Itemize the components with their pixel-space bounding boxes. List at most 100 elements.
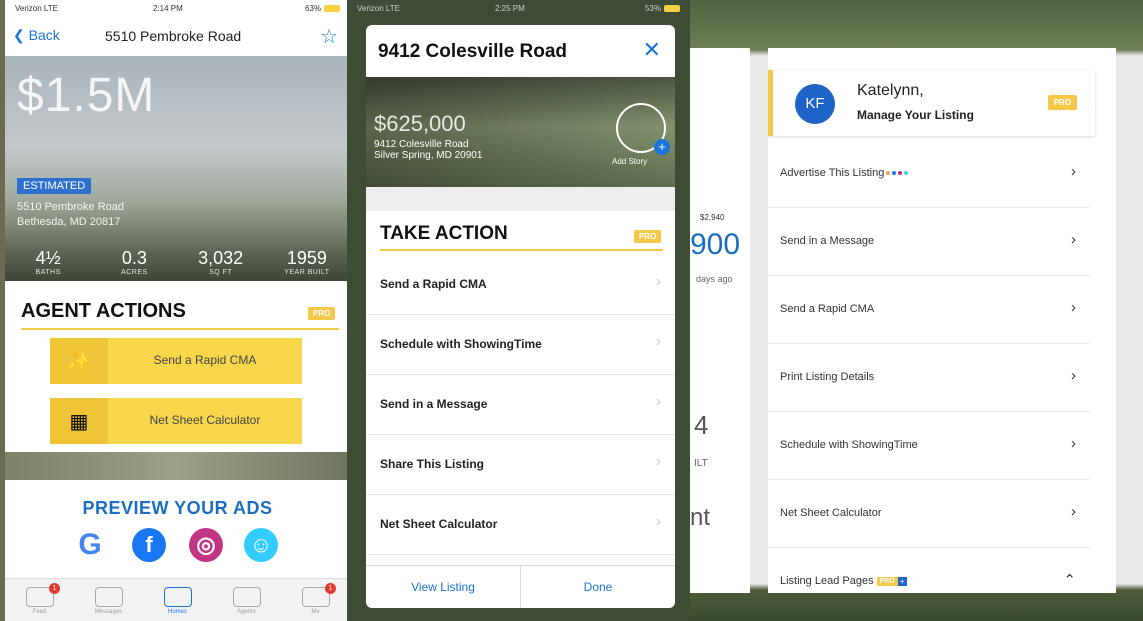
close-icon[interactable]: ✕ [643,37,661,63]
facebook-icon[interactable]: f [132,528,166,562]
sheet-header: 9412 Colesville Road ✕ [366,25,675,77]
sheet-footer: View Listing Done [366,565,675,608]
tab-label: Agents [237,609,256,615]
panel-property-details: Verizon LTE 2:14 PM 63% ❮ Back 5510 Pemb… [5,0,350,621]
row-label: Send in a Message [380,397,488,411]
action-row-rapid-cma[interactable]: Send a Rapid CMA › [366,254,675,315]
property-address: 9412 Colesville Road Silver Spring, MD 2… [374,139,482,161]
menu-row-lead-pages[interactable]: Listing Lead Pages PRO + ⌃ [768,548,1090,593]
pro-badge: PRO [308,307,336,320]
row-label: Send in a Message [780,235,875,247]
chevron-right-icon: › [1071,435,1076,452]
tab-messages[interactable]: Messages [74,579,143,621]
tab-label: Me [311,609,320,615]
agent-name: Katelynn, [857,82,924,99]
stat-value: 4½ [35,248,61,268]
waze-icon[interactable]: ☺ [244,528,278,562]
chevron-right-icon: › [655,453,661,470]
stat-acres: 0.3 ACRES [91,248,177,276]
back-button[interactable]: ❮ Back [13,27,60,44]
view-listing-button[interactable]: View Listing [366,566,520,608]
stat-baths: 4½ BATHS [5,248,91,276]
calculator-icon: ▦ [50,398,108,444]
take-action-sheet: 9412 Colesville Road ✕ $625,000 9412 Col… [366,25,675,608]
button-label: Send a Rapid CMA [153,353,257,367]
row-label: Share This Listing [380,457,485,471]
chevron-right-icon: › [1071,231,1076,248]
tab-feed[interactable]: Feed 1 [5,579,74,621]
carrier-label: Verizon LTE [15,4,58,13]
chevron-up-icon: ⌃ [1063,572,1076,589]
address-line-1: 5510 Pembroke Road [17,201,125,213]
row-label: Send a Rapid CMA [380,277,487,291]
clock-label: 2:25 PM [495,4,525,13]
menu-row-advertise[interactable]: Advertise This Listing › [768,140,1090,208]
add-story-button[interactable]: + [616,103,670,155]
net-sheet-calculator-button[interactable]: ▦ Net Sheet Calculator [50,398,302,444]
notification-badge: 1 [49,583,60,594]
menu-row-net-sheet[interactable]: Net Sheet Calculator › [768,480,1090,548]
sheet-title: 9412 Colesville Road [378,41,568,62]
stat-label: SQ FT [209,269,233,276]
tab-agents[interactable]: Agents [212,579,281,621]
address-line-2: Silver Spring, MD 20901 [374,150,483,161]
row-label-text: Listing Lead Pages [780,575,874,587]
instagram-icon[interactable]: ◎ [189,528,223,562]
tab-homes[interactable]: Homes [143,579,212,621]
done-button[interactable]: Done [520,566,675,608]
menu-row-send-message[interactable]: Send in a Message › [768,208,1090,276]
chevron-right-icon: › [1071,299,1076,316]
preview-ads-heading: PREVIEW YOUR ADS [82,498,273,518]
row-label: Listing Lead Pages PRO + [780,575,907,587]
action-row-net-sheet[interactable]: Net Sheet Calculator › [366,494,675,555]
messages-icon [94,587,123,607]
back-label: Back [28,27,60,43]
estimated-price: $1.5M [17,69,156,122]
partial-beds: 4 [694,410,709,440]
manage-listing-panel: KF Katelynn, Manage Your Listing PRO Adv… [768,48,1116,593]
action-row-share-listing[interactable]: Share This Listing › [366,434,675,495]
tab-label: Homes [167,609,187,615]
notification-badge: 1 [325,583,336,594]
row-label: Advertise This Listing [780,167,909,179]
estimated-badge: ESTIMATED [17,178,92,194]
battery-icon [664,5,680,13]
battery-indicator: 53% [645,4,680,13]
ad-channel-dots [884,167,909,179]
pro-badge: PRO [1047,95,1077,110]
send-rapid-cma-button[interactable]: ✨ Send a Rapid CMA [50,338,302,384]
carrier-label: Verizon LTE [357,4,400,13]
partial-built: ILT [694,458,708,469]
stat-label: YEAR BUILT [284,269,330,276]
tab-bar: Feed 1 Messages Homes Agents Me 1 [5,578,350,621]
action-row-showingtime[interactable]: Schedule with ShowingTime › [366,314,675,375]
property-hero: $625,000 9412 Colesville Road Silver Spr… [366,77,675,187]
star-icon[interactable]: ☆ [320,24,338,49]
battery-icon [324,5,340,13]
google-icon[interactable]: G [73,528,107,562]
partial-logo: nt [690,504,711,531]
property-stats: 4½ BATHS 0.3 ACRES 3,032 SQ FT 1959 YEAR BUI… [5,248,350,276]
battery-indicator: 63% [305,4,340,13]
tab-me[interactable]: Me 1 [281,579,350,621]
property-hero: $1.5M ESTIMATED 5510 Pembroke Road Bethe… [5,56,350,281]
tab-label: Feed [32,609,47,615]
status-bar: Verizon LTE 2:25 PM 53% [347,0,690,18]
tab-label: Messages [94,609,123,615]
chevron-left-icon: ❮ [13,27,25,43]
property-address: 5510 Pembroke Road Bethesda, MD 20817 [17,200,124,230]
magic-wand-icon: ✨ [50,338,108,384]
menu-row-rapid-cma[interactable]: Send a Rapid CMA › [768,276,1090,344]
menu-row-print-details[interactable]: Print Listing Details › [768,344,1090,412]
action-row-send-message[interactable]: Send in a Message › [366,374,675,435]
chevron-right-icon: › [1071,163,1076,180]
plus-icon: + [897,576,907,586]
plus-icon: + [654,139,670,155]
menu-row-showingtime[interactable]: Schedule with ShowingTime › [768,412,1090,480]
row-label-text: Advertise This Listing [780,167,885,179]
chevron-right-icon: › [655,273,661,290]
heading-underline [380,249,663,251]
row-label: Net Sheet Calculator [380,517,498,531]
page-title: 5510 Pembroke Road [105,28,242,44]
chevron-right-icon: › [1071,503,1076,520]
